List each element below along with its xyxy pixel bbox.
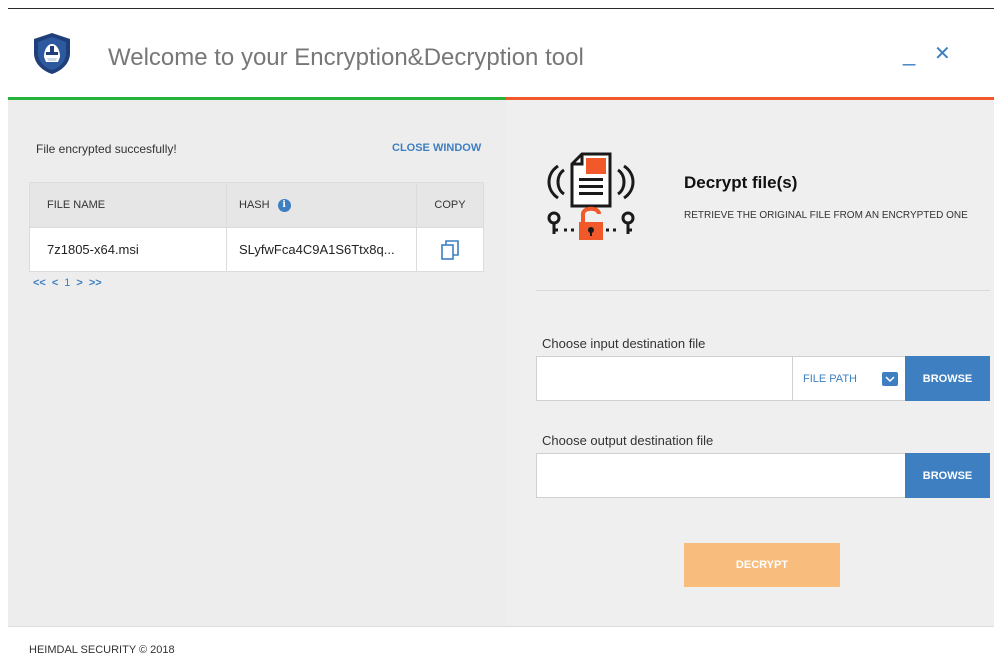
decrypt-subtitle: RETRIEVE THE ORIGINAL FILE FROM AN ENCRY… <box>684 210 968 221</box>
copy-cell <box>417 228 483 271</box>
encrypt-result-panel: File encrypted succesfully! CLOSE WINDOW… <box>8 100 506 626</box>
info-icon[interactable]: i <box>277 198 291 212</box>
files-table: FILE NAME HASH i COPY 7z1805-x64.msi SLy… <box>29 182 484 272</box>
hash-cell: SLyfwFca4C9A1S6Ttx8q... <box>227 228 417 271</box>
file-path-dropdown[interactable]: FILE PATH <box>792 357 905 400</box>
table-header: FILE NAME HASH i COPY <box>30 183 483 228</box>
pager-prev[interactable]: < <box>52 277 58 289</box>
column-header-copy: COPY <box>434 199 466 211</box>
input-file-row: FILE PATH BROWSE <box>536 356 990 401</box>
app-window: Welcome to your Encryption&Decryption to… <box>8 8 994 672</box>
column-header-hash-label: HASH <box>239 199 270 211</box>
browse-input-button[interactable]: BROWSE <box>905 356 990 401</box>
decrypt-button[interactable]: DECRYPT <box>684 543 840 587</box>
output-file-label: Choose output destination file <box>542 433 714 448</box>
footer-copyright: HEIMDAL SECURITY © 2018 <box>29 644 175 656</box>
chevron-down-icon[interactable] <box>882 371 898 386</box>
title-bar: Welcome to your Encryption&Decryption to… <box>8 9 994 98</box>
file-name-cell: 7z1805-x64.msi <box>30 228 227 271</box>
file-path-label: FILE PATH <box>803 372 857 385</box>
pager-current-page[interactable]: 1 <box>64 277 70 289</box>
decrypt-panel: Decrypt file(s) RETRIEVE THE ORIGINAL FI… <box>506 100 994 626</box>
heimdal-logo-icon <box>34 33 70 74</box>
window-title: Welcome to your Encryption&Decryption to… <box>108 44 584 71</box>
pager-next[interactable]: > <box>76 277 82 289</box>
copy-icon[interactable] <box>441 239 459 260</box>
table-row: 7z1805-x64.msi SLyfwFca4C9A1S6Ttx8q... <box>30 228 483 271</box>
output-file-field[interactable] <box>537 454 905 497</box>
section-divider <box>536 290 990 291</box>
close-window-link[interactable]: CLOSE WINDOW <box>392 142 481 154</box>
locked-document-icon <box>547 152 635 240</box>
decrypt-title: Decrypt file(s) <box>684 173 798 192</box>
output-file-row: BROWSE <box>536 453 990 498</box>
pager-last[interactable]: >> <box>89 277 102 289</box>
close-button[interactable]: ✕ <box>934 43 951 65</box>
footer: HEIMDAL SECURITY © 2018 <box>8 626 994 672</box>
status-message: File encrypted succesfully! <box>36 142 177 156</box>
input-file-field[interactable] <box>537 357 792 400</box>
column-header-hash: HASH i <box>227 183 417 227</box>
minimize-button[interactable]: _ <box>903 43 915 65</box>
input-file-label: Choose input destination file <box>542 336 706 351</box>
pagination: << < 1 > >> <box>33 277 102 289</box>
pager-first[interactable]: << <box>33 277 46 289</box>
browse-output-button[interactable]: BROWSE <box>905 453 990 498</box>
column-header-file-name: FILE NAME <box>30 183 227 227</box>
